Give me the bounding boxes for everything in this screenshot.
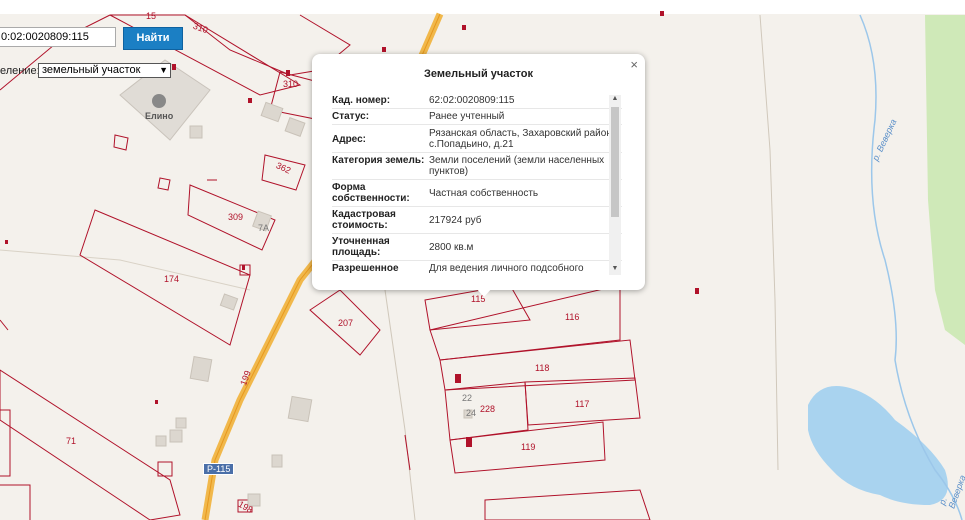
attr-value: 217924 руб bbox=[429, 215, 482, 226]
poi-label: Елино bbox=[145, 111, 174, 121]
table-row: Статус: Ранее учтенный bbox=[332, 109, 622, 125]
popup-scrollbar[interactable]: ▲ ▼ bbox=[609, 95, 621, 275]
parcel-label: 309 bbox=[228, 212, 244, 222]
object-type-label: еление: bbox=[0, 65, 40, 77]
parcel-label: 119 bbox=[521, 442, 536, 452]
cadastral-number-input[interactable]: 0:02:0020809:115 bbox=[0, 27, 116, 47]
parcel-label: 118 bbox=[535, 363, 550, 373]
table-row: Кадастровая стоимость: 217924 руб bbox=[332, 207, 622, 234]
table-row: Разрешенное Для ведения личного подсобног… bbox=[332, 261, 622, 275]
object-type-value: земельный участок bbox=[42, 64, 141, 76]
parcel-label: 228 bbox=[480, 404, 496, 414]
attr-key: Категория земель: bbox=[332, 155, 425, 166]
parcel-label: 117 bbox=[575, 399, 590, 409]
attr-value: 62:02:0020809:115 bbox=[429, 95, 515, 106]
search-button[interactable]: Найти bbox=[123, 27, 183, 50]
attr-value: Земли поселений (земли населенных пункто… bbox=[429, 155, 605, 177]
attr-value: Для ведения личного подсобного bbox=[429, 263, 584, 274]
popup-title: Земельный участок bbox=[424, 68, 533, 80]
attr-key: Разрешенное bbox=[332, 263, 399, 274]
scroll-thumb[interactable] bbox=[611, 107, 619, 217]
attr-value: Частная собственность bbox=[429, 188, 539, 199]
table-row: Форма собственности: Частная собственност… bbox=[332, 180, 622, 207]
scroll-up-icon[interactable]: ▲ bbox=[609, 95, 621, 105]
parcel-label: 15 bbox=[146, 11, 157, 21]
popup-pointer bbox=[475, 287, 493, 297]
attr-key: Статус: bbox=[332, 111, 370, 122]
house-number: 22 bbox=[462, 393, 473, 403]
attr-key: Форма собственности: bbox=[332, 182, 410, 204]
house-number: 24 bbox=[466, 408, 477, 418]
table-row: Категория земель: Земли поселений (земли … bbox=[332, 153, 622, 180]
parcel-attributes: Кад. номер: 62:02:0020809:115 Статус: Ране… bbox=[332, 93, 622, 275]
parcel-label: 116 bbox=[565, 312, 580, 322]
scroll-down-icon[interactable]: ▼ bbox=[609, 265, 621, 275]
attr-value: Ранее учтенный bbox=[429, 111, 505, 122]
chevron-down-icon: ▼ bbox=[159, 65, 168, 75]
attr-key: Адрес: bbox=[332, 134, 366, 145]
table-row: Кад. номер: 62:02:0020809:115 bbox=[332, 93, 622, 109]
attr-key: Кадастровая стоимость: bbox=[332, 209, 396, 231]
parcel-label: 207 bbox=[338, 318, 354, 328]
house-number: 7А bbox=[258, 223, 270, 233]
parcel-info-popup: × Земельный участок Кад. номер: 62:02:002… bbox=[312, 54, 645, 290]
parcel-label: 174 bbox=[164, 274, 180, 284]
attr-key: Уточненная площадь: bbox=[332, 236, 390, 258]
object-type-select[interactable]: земельный участок ▼ bbox=[38, 63, 171, 78]
table-row: Уточненная площадь: 2800 кв.м bbox=[332, 234, 622, 261]
attr-value: 2800 кв.м bbox=[429, 242, 474, 253]
parcel-label: 71 bbox=[66, 436, 77, 446]
road-shield: Р-115 bbox=[203, 463, 235, 475]
parcel-label: 310 bbox=[283, 79, 299, 89]
table-row: Адрес: Рязанская область, Захаровский рай… bbox=[332, 125, 622, 153]
attr-key: Кад. номер: bbox=[332, 95, 391, 106]
attr-value: Рязанская область, Захаровский район, с.… bbox=[429, 128, 615, 150]
